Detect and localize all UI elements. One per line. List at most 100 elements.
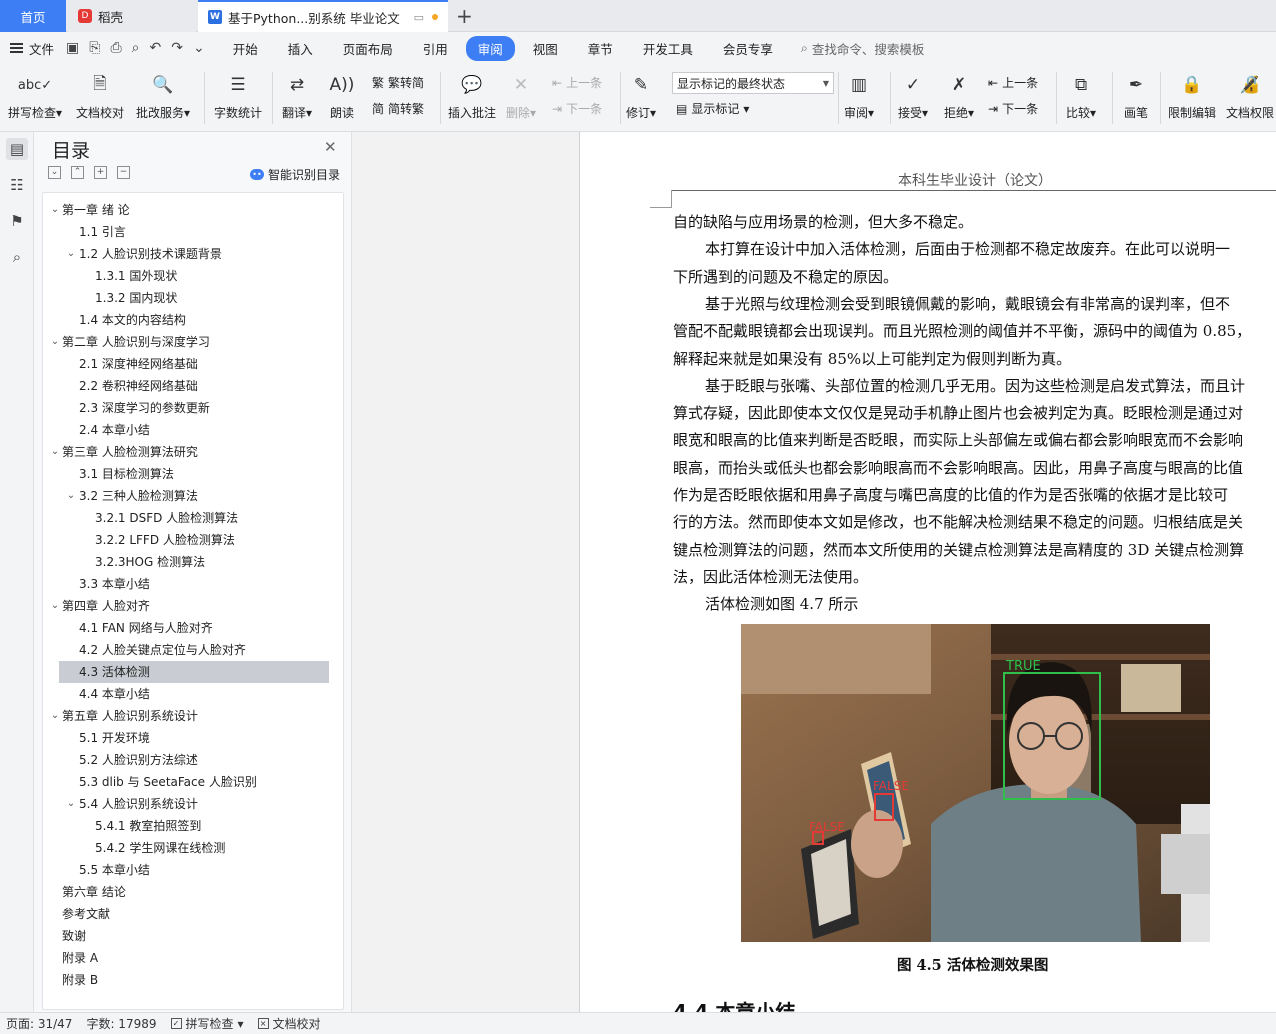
toc-item[interactable]: 5.1 开发环境 [43,727,343,749]
toc-item[interactable]: ⌄ 第一章 绪 论 [43,199,343,221]
toc-item[interactable]: 5.4.2 学生网课在线检测 [43,837,343,859]
close-icon[interactable]: ✕ [324,138,337,156]
doc-proofread-button[interactable]: 🗎 文档校对 [76,70,124,121]
toc-item[interactable]: 附录 B [43,969,343,991]
reject-button[interactable]: ✗ 拒绝▾ [944,70,974,121]
review-pane-button[interactable]: ▥ 审阅▾ [844,70,874,121]
toc-item[interactable]: 1.3.2 国内现状 [43,287,343,309]
chevron-down-icon[interactable]: ⌄ [65,793,77,815]
toc-item[interactable]: 5.3 dlib 与 SeetaFace 人脸识别 [43,771,343,793]
next-change-button[interactable]: ⇥ 下一条 [988,100,1038,117]
chevron-down-icon[interactable]: ⌄ [65,243,77,265]
toc-item[interactable]: ⌄ 1.2 人脸识别技术课题背景 [43,243,343,265]
pen-button[interactable]: ✒ 画笔 [1122,70,1150,121]
chevron-down-icon[interactable]: ⌄ [49,595,61,617]
toc-item[interactable]: ⌄ 第五章 人脸识别系统设计 [43,705,343,727]
trad-to-simp-button[interactable]: 繁 繁转简 [372,74,424,91]
menu-view[interactable]: 视图 [521,36,570,61]
print-preview-icon[interactable]: ⌕ [132,40,140,56]
toc-item[interactable]: 2.4 本章小结 [43,419,343,441]
accept-button[interactable]: ✓ 接受▾ [898,70,928,121]
chevron-down-icon[interactable]: ⌄ [65,485,77,507]
toc-item[interactable]: ⌄ 3.2 三种人脸检测算法 [43,485,343,507]
tab-docer[interactable]: D 稻壳 [68,0,196,32]
expand-down-icon[interactable]: ⌄ [48,166,61,179]
toc-item[interactable]: ⌄ 5.4 人脸识别系统设计 [43,793,343,815]
bookmark-icon[interactable]: ⚑ [6,210,28,232]
monitor-icon[interactable]: ▭ [414,11,424,24]
toc-item[interactable]: 5.5 本章小结 [43,859,343,881]
search-icon[interactable]: ⌕ [6,246,28,268]
toc-item[interactable]: ⌄ 第四章 人脸对齐 [43,595,343,617]
status-spell-check[interactable]: ✓ 拼写检查 ▾ [165,1015,252,1032]
command-search[interactable]: ⌕ 查找命令、搜索模板 [801,39,925,58]
toc-item[interactable]: 2.1 深度神经网络基础 [43,353,343,375]
next-comment-button[interactable]: ⇥ 下一条 [552,100,602,117]
toc-item[interactable]: 4.4 本章小结 [43,683,343,705]
restrict-edit-button[interactable]: 🔒 限制编辑 [1168,70,1216,121]
toc-item[interactable]: 4.1 FAN 网络与人脸对齐 [43,617,343,639]
chevron-down-icon[interactable]: ⌄ [49,705,61,727]
undo-icon[interactable]: ↶ [150,40,162,56]
remove-heading-icon[interactable]: − [117,166,130,179]
toc-item[interactable]: 4.2 人脸关键点定位与人脸对齐 [43,639,343,661]
toc-item[interactable]: 2.2 卷积神经网络基础 [43,375,343,397]
tab-home[interactable]: 首页 [0,0,66,32]
export-icon[interactable]: ⎘ [89,40,100,56]
spell-check-button[interactable]: abc✓ 拼写检查▾ [8,70,62,121]
delete-comment-button[interactable]: ✕ 删除▾ [506,70,536,121]
toc-item[interactable]: 1.3.1 国外现状 [43,265,343,287]
document-page[interactable]: 本科生毕业设计（论文） 自的缺陷与应用场景的检测，但大多不稳定。 本打算在设计中加… [580,132,1276,1012]
chevron-down-icon[interactable]: ⌄ [193,40,205,56]
toc-item[interactable]: 3.3 本章小结 [43,573,343,595]
print-icon[interactable]: ⎙ [110,40,121,56]
word-count-indicator[interactable]: 字数: 17989 [80,1015,164,1032]
menu-insert[interactable]: 插入 [276,36,325,61]
toc-item[interactable]: 1.1 引言 [43,221,343,243]
smart-toc-button[interactable]: •• 智能识别目录 [250,166,340,183]
prev-comment-button[interactable]: ⇤ 上一条 [552,74,602,91]
chevron-down-icon[interactable]: ⌄ [49,331,61,353]
chapter-nav-icon[interactable]: ☷ [6,174,28,196]
compare-button[interactable]: ⧉ 比较▾ [1066,70,1096,121]
chevron-down-icon[interactable]: ⌄ [49,199,61,221]
toc-item[interactable]: 1.4 本文的内容结构 [43,309,343,331]
toc-item[interactable]: 3.2.2 LFFD 人脸检测算法 [43,529,343,551]
word-count-button[interactable]: ☰ 字数统计 [214,70,262,121]
toc-item[interactable]: ⌄ 第二章 人脸识别与深度学习 [43,331,343,353]
toc-item[interactable]: 3.2.1 DSFD 人脸检测算法 [43,507,343,529]
simp-to-trad-button[interactable]: 简 简转繁 [372,100,424,117]
toc-item[interactable]: ⌄ 第三章 人脸检测算法研究 [43,441,343,463]
show-markup-button[interactable]: ▤ 显示标记 ▾ [676,100,749,117]
toc-item[interactable]: 3.1 目标检测算法 [43,463,343,485]
toc-panel-icon[interactable]: ▤ [6,138,28,160]
toc-item[interactable]: 5.4.1 教室拍照签到 [43,815,343,837]
file-menu[interactable]: 文件 [0,39,66,58]
doc-permission-button[interactable]: 🔏 文档权限 [1226,70,1274,121]
menu-chapter[interactable]: 章节 [576,36,625,61]
track-changes-button[interactable]: ✎ 修订▾ [626,70,656,121]
menu-page-layout[interactable]: 页面布局 [331,36,405,61]
menu-member[interactable]: 会员专享 [711,36,785,61]
toc-item[interactable]: 3.2.3HOG 检测算法 [43,551,343,573]
markup-state-select[interactable]: 显示标记的最终状态 ▼ [672,72,834,94]
menu-reference[interactable]: 引用 [411,36,460,61]
menu-start[interactable]: 开始 [221,36,270,61]
read-aloud-button[interactable]: A)) 朗读 [328,70,356,121]
save-icon[interactable]: ▣ [66,40,79,56]
collapse-up-icon[interactable]: ⌃ [71,166,84,179]
toc-item[interactable]: 参考文献 [43,903,343,925]
chevron-down-icon[interactable]: ⌄ [49,441,61,463]
prev-change-button[interactable]: ⇤ 上一条 [988,74,1038,91]
translate-button[interactable]: ⇄ 翻译▾ [282,70,312,121]
menu-dev-tools[interactable]: 开发工具 [631,36,705,61]
toc-item[interactable]: 5.2 人脸识别方法综述 [43,749,343,771]
toc-item[interactable]: 4.3 活体检测 [59,661,329,683]
toc-item[interactable]: 第六章 结论 [43,881,343,903]
insert-comment-button[interactable]: 💬 插入批注 [448,70,496,121]
redo-icon[interactable]: ↷ [171,40,183,56]
status-proofread[interactable]: × 文档校对 [252,1015,329,1032]
menu-review[interactable]: 审阅 [465,35,515,61]
toc-item[interactable]: 附录 A [43,947,343,969]
add-heading-icon[interactable]: + [94,166,107,179]
